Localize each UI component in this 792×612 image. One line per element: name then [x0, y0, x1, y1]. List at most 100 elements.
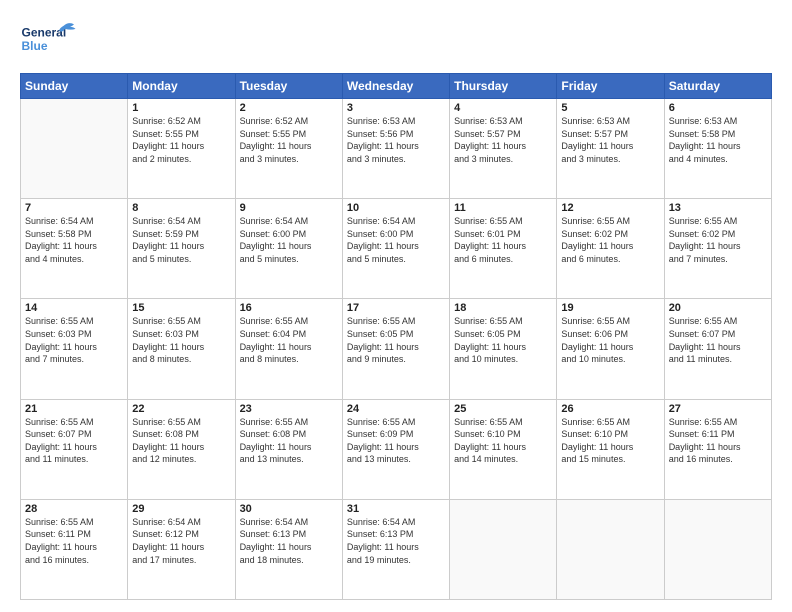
- svg-text:General: General: [22, 25, 67, 39]
- col-header-sunday: Sunday: [21, 74, 128, 99]
- day-number: 15: [132, 302, 230, 314]
- day-info: Sunrise: 6:54 AM Sunset: 5:59 PM Dayligh…: [132, 215, 230, 265]
- day-number: 14: [25, 302, 123, 314]
- day-number: 24: [347, 403, 445, 415]
- day-info: Sunrise: 6:55 AM Sunset: 6:02 PM Dayligh…: [561, 215, 659, 265]
- day-info: Sunrise: 6:55 AM Sunset: 6:11 PM Dayligh…: [25, 516, 123, 566]
- day-info: Sunrise: 6:53 AM Sunset: 5:56 PM Dayligh…: [347, 115, 445, 165]
- day-number: 16: [240, 302, 338, 314]
- calendar-cell: 28Sunrise: 6:55 AM Sunset: 6:11 PM Dayli…: [21, 499, 128, 599]
- calendar-week-row: 7Sunrise: 6:54 AM Sunset: 5:58 PM Daylig…: [21, 199, 772, 299]
- header: General Blue: [20, 18, 772, 63]
- day-info: Sunrise: 6:55 AM Sunset: 6:10 PM Dayligh…: [561, 416, 659, 466]
- day-number: 29: [132, 503, 230, 515]
- day-info: Sunrise: 6:55 AM Sunset: 6:05 PM Dayligh…: [454, 315, 552, 365]
- calendar-cell: 16Sunrise: 6:55 AM Sunset: 6:04 PM Dayli…: [235, 299, 342, 399]
- calendar-cell: 6Sunrise: 6:53 AM Sunset: 5:58 PM Daylig…: [664, 99, 771, 199]
- calendar-cell: 7Sunrise: 6:54 AM Sunset: 5:58 PM Daylig…: [21, 199, 128, 299]
- calendar-cell: 9Sunrise: 6:54 AM Sunset: 6:00 PM Daylig…: [235, 199, 342, 299]
- calendar-cell: 14Sunrise: 6:55 AM Sunset: 6:03 PM Dayli…: [21, 299, 128, 399]
- day-info: Sunrise: 6:55 AM Sunset: 6:08 PM Dayligh…: [132, 416, 230, 466]
- day-number: 25: [454, 403, 552, 415]
- logo-image: General Blue: [20, 18, 80, 63]
- calendar-cell: 15Sunrise: 6:55 AM Sunset: 6:03 PM Dayli…: [128, 299, 235, 399]
- calendar-cell: 1Sunrise: 6:52 AM Sunset: 5:55 PM Daylig…: [128, 99, 235, 199]
- day-info: Sunrise: 6:55 AM Sunset: 6:02 PM Dayligh…: [669, 215, 767, 265]
- calendar-cell: 4Sunrise: 6:53 AM Sunset: 5:57 PM Daylig…: [450, 99, 557, 199]
- day-info: Sunrise: 6:55 AM Sunset: 6:01 PM Dayligh…: [454, 215, 552, 265]
- calendar-cell: [21, 99, 128, 199]
- col-header-tuesday: Tuesday: [235, 74, 342, 99]
- logo: General Blue: [20, 18, 80, 63]
- calendar-cell: 19Sunrise: 6:55 AM Sunset: 6:06 PM Dayli…: [557, 299, 664, 399]
- calendar-cell: 22Sunrise: 6:55 AM Sunset: 6:08 PM Dayli…: [128, 399, 235, 499]
- calendar-week-row: 21Sunrise: 6:55 AM Sunset: 6:07 PM Dayli…: [21, 399, 772, 499]
- calendar-cell: 12Sunrise: 6:55 AM Sunset: 6:02 PM Dayli…: [557, 199, 664, 299]
- day-number: 2: [240, 102, 338, 114]
- day-number: 17: [347, 302, 445, 314]
- svg-text:Blue: Blue: [22, 39, 48, 53]
- day-number: 10: [347, 202, 445, 214]
- day-info: Sunrise: 6:53 AM Sunset: 5:58 PM Dayligh…: [669, 115, 767, 165]
- day-number: 20: [669, 302, 767, 314]
- day-info: Sunrise: 6:55 AM Sunset: 6:11 PM Dayligh…: [669, 416, 767, 466]
- day-info: Sunrise: 6:54 AM Sunset: 5:58 PM Dayligh…: [25, 215, 123, 265]
- day-info: Sunrise: 6:55 AM Sunset: 6:06 PM Dayligh…: [561, 315, 659, 365]
- day-info: Sunrise: 6:54 AM Sunset: 6:13 PM Dayligh…: [240, 516, 338, 566]
- day-number: 18: [454, 302, 552, 314]
- calendar-cell: [664, 499, 771, 599]
- calendar-cell: 24Sunrise: 6:55 AM Sunset: 6:09 PM Dayli…: [342, 399, 449, 499]
- day-info: Sunrise: 6:55 AM Sunset: 6:03 PM Dayligh…: [25, 315, 123, 365]
- day-info: Sunrise: 6:55 AM Sunset: 6:08 PM Dayligh…: [240, 416, 338, 466]
- day-number: 13: [669, 202, 767, 214]
- day-number: 1: [132, 102, 230, 114]
- col-header-monday: Monday: [128, 74, 235, 99]
- day-info: Sunrise: 6:53 AM Sunset: 5:57 PM Dayligh…: [454, 115, 552, 165]
- day-number: 8: [132, 202, 230, 214]
- calendar-cell: 10Sunrise: 6:54 AM Sunset: 6:00 PM Dayli…: [342, 199, 449, 299]
- calendar-table: SundayMondayTuesdayWednesdayThursdayFrid…: [20, 73, 772, 600]
- day-info: Sunrise: 6:54 AM Sunset: 6:00 PM Dayligh…: [240, 215, 338, 265]
- col-header-thursday: Thursday: [450, 74, 557, 99]
- day-info: Sunrise: 6:54 AM Sunset: 6:12 PM Dayligh…: [132, 516, 230, 566]
- calendar-cell: 25Sunrise: 6:55 AM Sunset: 6:10 PM Dayli…: [450, 399, 557, 499]
- calendar-cell: 29Sunrise: 6:54 AM Sunset: 6:12 PM Dayli…: [128, 499, 235, 599]
- day-number: 26: [561, 403, 659, 415]
- calendar-week-row: 14Sunrise: 6:55 AM Sunset: 6:03 PM Dayli…: [21, 299, 772, 399]
- day-number: 11: [454, 202, 552, 214]
- calendar-cell: 17Sunrise: 6:55 AM Sunset: 6:05 PM Dayli…: [342, 299, 449, 399]
- day-info: Sunrise: 6:55 AM Sunset: 6:05 PM Dayligh…: [347, 315, 445, 365]
- col-header-friday: Friday: [557, 74, 664, 99]
- day-number: 21: [25, 403, 123, 415]
- calendar-cell: 2Sunrise: 6:52 AM Sunset: 5:55 PM Daylig…: [235, 99, 342, 199]
- day-number: 4: [454, 102, 552, 114]
- day-info: Sunrise: 6:55 AM Sunset: 6:03 PM Dayligh…: [132, 315, 230, 365]
- day-number: 7: [25, 202, 123, 214]
- day-number: 23: [240, 403, 338, 415]
- calendar-cell: 5Sunrise: 6:53 AM Sunset: 5:57 PM Daylig…: [557, 99, 664, 199]
- calendar-cell: 11Sunrise: 6:55 AM Sunset: 6:01 PM Dayli…: [450, 199, 557, 299]
- col-header-wednesday: Wednesday: [342, 74, 449, 99]
- day-info: Sunrise: 6:55 AM Sunset: 6:10 PM Dayligh…: [454, 416, 552, 466]
- day-number: 6: [669, 102, 767, 114]
- calendar-cell: 8Sunrise: 6:54 AM Sunset: 5:59 PM Daylig…: [128, 199, 235, 299]
- calendar-week-row: 28Sunrise: 6:55 AM Sunset: 6:11 PM Dayli…: [21, 499, 772, 599]
- day-info: Sunrise: 6:55 AM Sunset: 6:09 PM Dayligh…: [347, 416, 445, 466]
- day-info: Sunrise: 6:55 AM Sunset: 6:07 PM Dayligh…: [25, 416, 123, 466]
- day-number: 19: [561, 302, 659, 314]
- day-number: 5: [561, 102, 659, 114]
- calendar-cell: 30Sunrise: 6:54 AM Sunset: 6:13 PM Dayli…: [235, 499, 342, 599]
- day-info: Sunrise: 6:53 AM Sunset: 5:57 PM Dayligh…: [561, 115, 659, 165]
- day-number: 12: [561, 202, 659, 214]
- day-info: Sunrise: 6:52 AM Sunset: 5:55 PM Dayligh…: [132, 115, 230, 165]
- calendar-cell: 20Sunrise: 6:55 AM Sunset: 6:07 PM Dayli…: [664, 299, 771, 399]
- calendar-cell: 23Sunrise: 6:55 AM Sunset: 6:08 PM Dayli…: [235, 399, 342, 499]
- calendar-cell: [450, 499, 557, 599]
- day-number: 22: [132, 403, 230, 415]
- calendar-cell: 26Sunrise: 6:55 AM Sunset: 6:10 PM Dayli…: [557, 399, 664, 499]
- day-info: Sunrise: 6:54 AM Sunset: 6:13 PM Dayligh…: [347, 516, 445, 566]
- day-number: 31: [347, 503, 445, 515]
- calendar-cell: 21Sunrise: 6:55 AM Sunset: 6:07 PM Dayli…: [21, 399, 128, 499]
- calendar-cell: [557, 499, 664, 599]
- calendar-cell: 31Sunrise: 6:54 AM Sunset: 6:13 PM Dayli…: [342, 499, 449, 599]
